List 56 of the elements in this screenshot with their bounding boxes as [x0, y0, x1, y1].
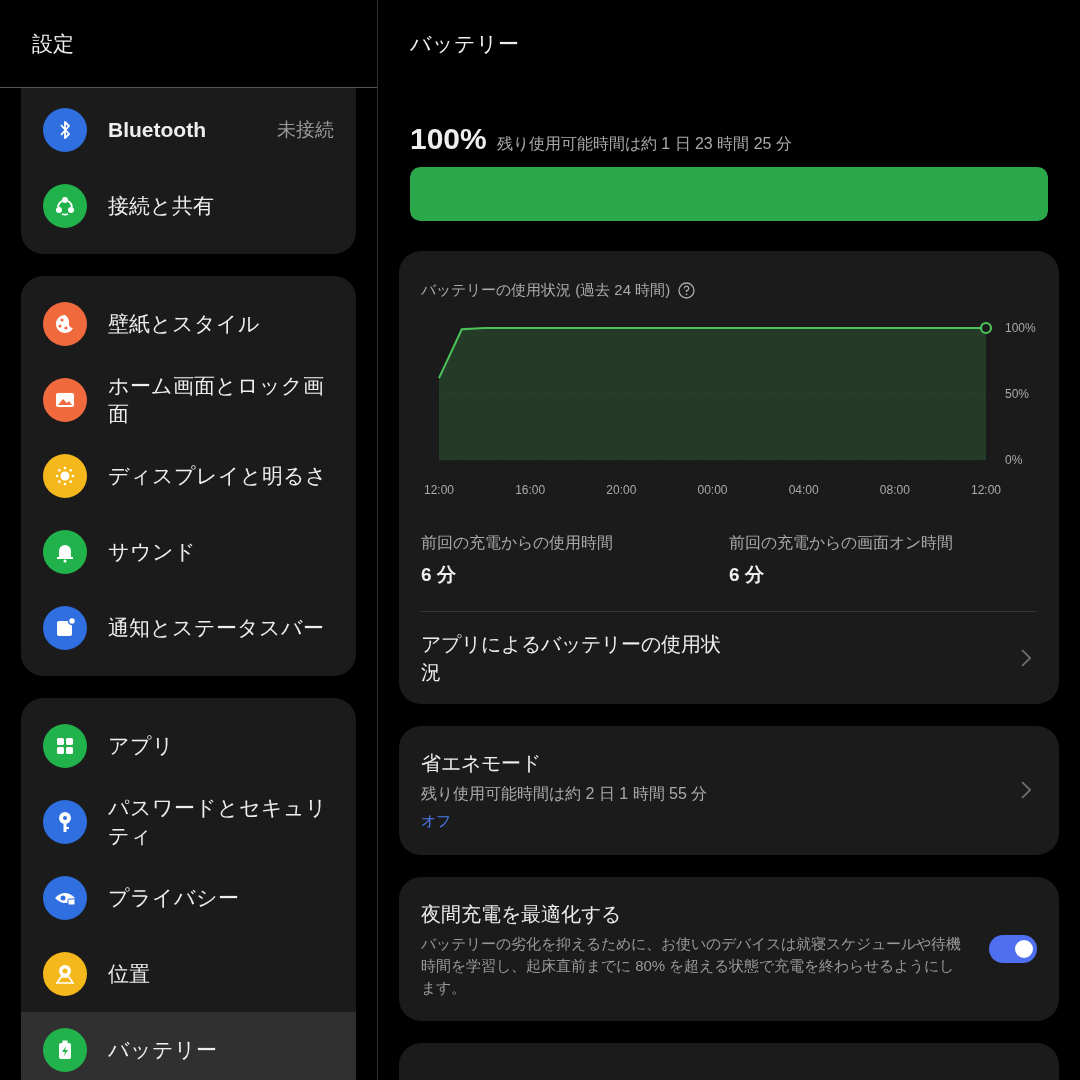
settings-item[interactable]: バッテリー: [21, 1012, 356, 1080]
current-point-marker: [979, 321, 993, 334]
item-label: ディスプレイと明るさ: [108, 463, 328, 489]
x-tick-label: 12:00: [971, 482, 1001, 497]
chevron-right-icon: [1021, 781, 1031, 800]
item-label: バッテリー: [108, 1037, 218, 1063]
item-label: パスワードとセキュリティ: [108, 795, 328, 849]
status-text: オフ: [421, 811, 452, 831]
settings-item[interactable]: ディスプレイと明るさ: [21, 438, 356, 514]
stat-value: 6 分: [421, 562, 457, 587]
app-usage-row[interactable]: アプリによるバッテリーの使用状況: [421, 612, 1037, 704]
settings-item[interactable]: パスワードとセキュリティ: [21, 784, 356, 860]
item-label: プライバシー: [108, 885, 240, 911]
settings-item[interactable]: アプリ: [21, 708, 356, 784]
item-label: 位置: [108, 961, 151, 987]
x-tick-label: 12:00: [424, 482, 454, 497]
settings-item[interactable]: Bluetooth 未接続: [21, 92, 356, 168]
row-title: 夜間充電を最適化する: [421, 901, 622, 927]
settings-item[interactable]: 壁紙とスタイル: [21, 286, 356, 362]
chevron-right-icon: [1021, 649, 1031, 667]
item-value: 未接続: [277, 117, 334, 142]
page-title: 設定: [32, 30, 74, 57]
y-tick-label: 50%: [1005, 386, 1030, 401]
x-tick-label: 00:00: [697, 482, 728, 497]
page-title: バッテリー: [410, 31, 519, 58]
item-label: Bluetooth: [108, 117, 207, 143]
help-icon[interactable]: [678, 281, 696, 299]
battery-percent: 100%: [410, 121, 487, 157]
settings-item[interactable]: プライバシー: [21, 860, 356, 936]
x-tick-label: 16:00: [515, 482, 546, 497]
remaining-time: 残り使用可能時間は約 1 日 23 時間 25 分: [496, 134, 792, 154]
stat-label: 前回の充電からの使用時間: [421, 532, 614, 553]
y-tick-label: 100%: [1005, 320, 1036, 335]
item-label: 壁紙とスタイル: [108, 311, 261, 337]
x-tick-label: 20:00: [606, 482, 637, 497]
item-label: 通知とステータスバー: [108, 615, 325, 641]
y-tick-label: 0%: [1005, 452, 1023, 467]
x-tick-label: 08:00: [879, 482, 910, 497]
toggle-switch[interactable]: [989, 934, 1037, 963]
item-label: 接続と共有: [108, 193, 215, 219]
stat-value: 6 分: [729, 562, 765, 587]
x-tick-label: 04:00: [788, 482, 819, 497]
chart-title: バッテリーの使用状況 (過去 24 時間): [421, 280, 671, 300]
power-saving-row[interactable]: 省エネモード 残り使用可能時間は約 2 日 1 時間 55 分 オフ: [399, 726, 1059, 855]
stat-label: 前回の充電からの画面オン時間: [729, 532, 954, 553]
item-label: ホーム画面とロック画面: [108, 373, 325, 427]
row-title: 省エネモード: [421, 751, 542, 776]
item-label: サウンド: [108, 539, 197, 565]
row-subtitle: 残り使用可能時間は約 2 日 1 時間 55 分: [421, 784, 708, 804]
settings-item[interactable]: 位置: [21, 936, 356, 1012]
row-description: バッテリーの劣化を抑えるために、お使いのデバイスは就寝スケジュールや待機時間を学習し、起床直前までに 80% を超える状態で充電を終わらせるようにします。: [421, 933, 961, 998]
item-label: アプリ: [108, 733, 175, 759]
settings-item[interactable]: 通知とステータスバー: [21, 590, 356, 666]
settings-item[interactable]: ホーム画面とロック画面: [21, 362, 356, 438]
settings-item[interactable]: 接続と共有: [21, 168, 356, 244]
settings-item[interactable]: サウンド: [21, 514, 356, 590]
